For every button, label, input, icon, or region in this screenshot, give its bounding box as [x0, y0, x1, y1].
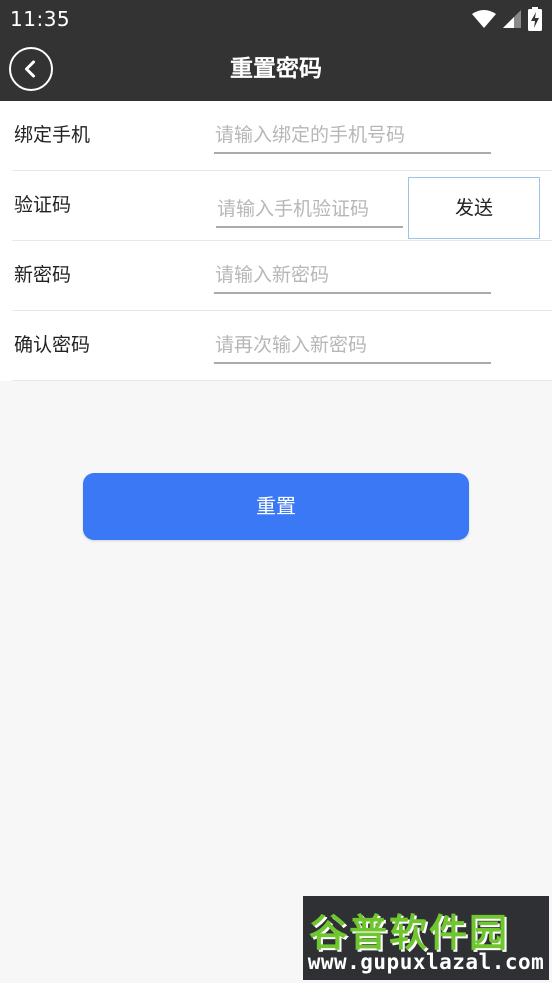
watermark-url: www.gupuxlazal.com: [307, 950, 545, 974]
phone-row: 绑定手机: [12, 101, 552, 171]
phone-input[interactable]: [214, 118, 491, 154]
code-label: 验证码: [14, 194, 72, 216]
wifi-icon: [472, 10, 496, 28]
reset-button[interactable]: 重置: [83, 473, 469, 540]
new-password-row: 新密码: [12, 241, 552, 311]
page-title: 重置密码: [230, 56, 322, 82]
new-password-label: 新密码: [14, 264, 72, 286]
confirm-password-input[interactable]: [214, 328, 491, 364]
confirm-password-row: 确认密码: [12, 311, 552, 381]
watermark-name: 谷普软件园: [309, 911, 510, 955]
confirm-password-label: 确认密码: [14, 334, 91, 356]
status-icons: [472, 6, 542, 32]
signal-icon: [503, 10, 521, 28]
watermark-logo: 谷普软件园 www.gupuxlazal.com: [303, 896, 549, 980]
reset-password-form: 绑定手机 验证码 发送 新密码 确认密码: [0, 101, 552, 381]
status-time: 11:35: [10, 7, 71, 31]
phone-label: 绑定手机: [14, 124, 91, 146]
app-bar: 重置密码: [0, 38, 552, 101]
new-password-input[interactable]: [214, 258, 491, 294]
code-input[interactable]: [216, 192, 403, 228]
send-code-button[interactable]: 发送: [408, 177, 540, 239]
code-row: 验证码 发送: [12, 171, 552, 241]
status-bar: 11:35: [0, 0, 552, 38]
battery-charging-icon: [528, 7, 542, 31]
